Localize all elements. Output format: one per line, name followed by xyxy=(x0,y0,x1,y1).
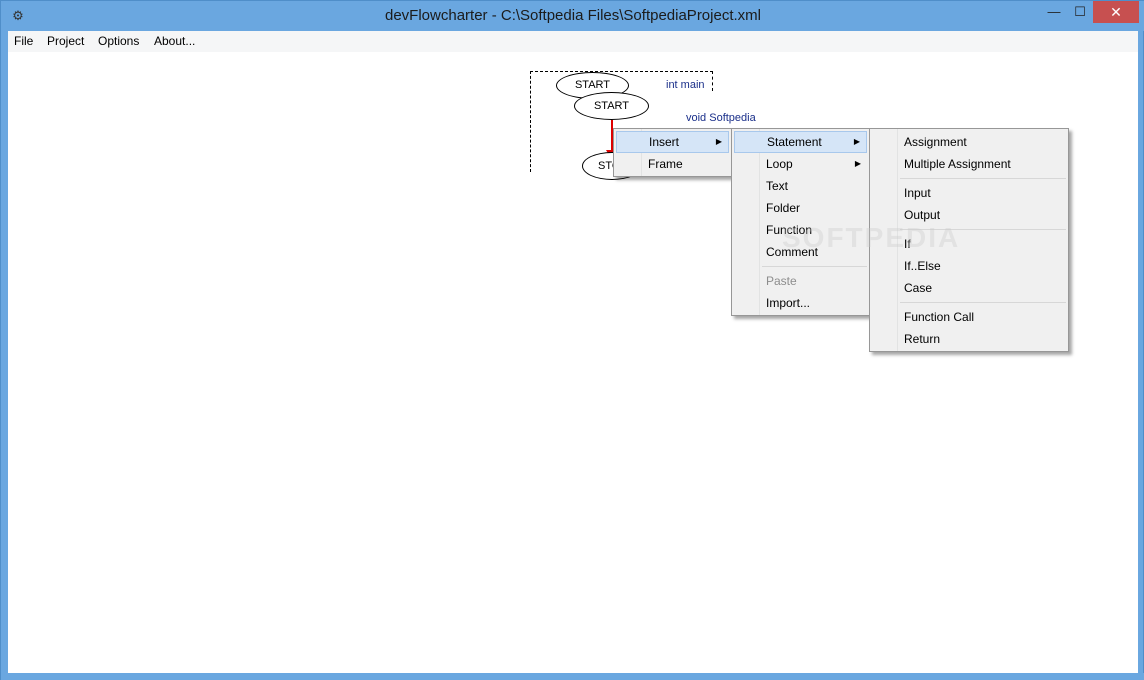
menu-item-label: Case xyxy=(904,281,933,295)
context-menu: Insert ▶ Frame xyxy=(613,128,732,177)
menu-item-label: Output xyxy=(904,208,941,222)
menu-item-return[interactable]: Return xyxy=(872,328,1066,350)
menu-item-label: Input xyxy=(904,186,931,200)
submenu-arrow-icon: ▶ xyxy=(854,159,861,168)
minimize-button[interactable]: — xyxy=(1041,1,1067,23)
menu-about[interactable]: About... xyxy=(154,31,195,52)
window-bottom-border xyxy=(1,673,1144,680)
menu-item-label: Loop xyxy=(766,157,793,171)
menu-item-assignment[interactable]: Assignment xyxy=(872,131,1066,153)
menu-item-statement[interactable]: Statement ▶ xyxy=(734,131,867,153)
menu-item-loop[interactable]: Loop ▶ xyxy=(734,153,867,175)
menu-item-if-else[interactable]: If..Else xyxy=(872,255,1066,277)
start-oval[interactable]: START xyxy=(574,92,649,120)
maximize-button[interactable]: ☐ xyxy=(1067,1,1093,23)
menu-file[interactable]: File xyxy=(14,31,33,52)
submenu-arrow-icon: ▶ xyxy=(715,137,722,146)
menu-item-label: Folder xyxy=(766,201,801,215)
menu-item-label: Multiple Assignment xyxy=(904,157,1011,171)
menu-item-label: Paste xyxy=(766,274,797,288)
menu-item-frame[interactable]: Frame xyxy=(616,153,729,175)
menu-item-label: Text xyxy=(766,179,789,193)
menu-item-insert[interactable]: Insert ▶ xyxy=(616,131,729,153)
menu-item-label: Function Call xyxy=(904,310,975,324)
menu-item-paste: Paste xyxy=(734,270,867,292)
function-frame-edge xyxy=(712,71,713,91)
menu-item-case[interactable]: Case xyxy=(872,277,1066,299)
close-button[interactable]: ✕ xyxy=(1093,1,1139,23)
menu-separator xyxy=(900,302,1066,303)
menu-item-label: Return xyxy=(904,332,941,346)
menu-item-label: Statement xyxy=(767,135,822,149)
menu-item-label: Import... xyxy=(766,296,811,310)
menu-bar: File Project Options About... xyxy=(8,31,1138,52)
menu-item-multiple-assignment[interactable]: Multiple Assignment xyxy=(872,153,1066,175)
frame-label: int main xyxy=(666,79,705,91)
menu-item-input[interactable]: Input xyxy=(872,182,1066,204)
menu-item-label: If..Else xyxy=(904,259,941,273)
function-label: void Softpedia xyxy=(686,112,756,124)
menu-separator xyxy=(900,178,1066,179)
window-title: devFlowcharter - C:\Softpedia Files\Soft… xyxy=(385,7,761,24)
menu-item-text[interactable]: Text xyxy=(734,175,867,197)
menu-project[interactable]: Project xyxy=(47,31,84,52)
menu-item-label: Insert xyxy=(649,135,680,149)
menu-item-folder[interactable]: Folder xyxy=(734,197,867,219)
submenu-arrow-icon: ▶ xyxy=(853,137,860,146)
menu-item-function-call[interactable]: Function Call xyxy=(872,306,1066,328)
watermark: SOFTPEDIA xyxy=(782,222,961,253)
menu-item-label: Assignment xyxy=(904,135,967,149)
menu-separator xyxy=(762,266,867,267)
menu-options[interactable]: Options xyxy=(98,31,139,52)
menu-item-label: Frame xyxy=(648,157,683,171)
title-bar[interactable]: ⚙ devFlowcharter - C:\Softpedia Files\So… xyxy=(1,1,1144,31)
menu-item-import[interactable]: Import... xyxy=(734,292,867,314)
